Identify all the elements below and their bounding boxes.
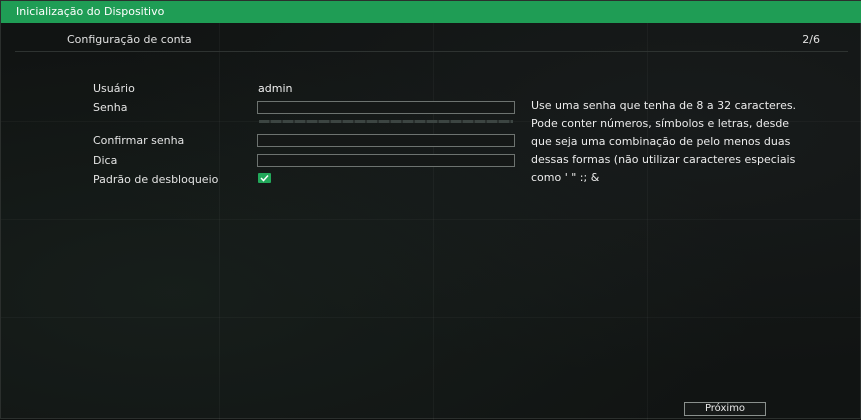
window-title: Inicialização do Dispositivo <box>16 5 165 18</box>
password-field[interactable] <box>257 101 515 114</box>
hint-label: Dica <box>93 154 118 167</box>
background-grid-line <box>647 23 648 420</box>
password-label: Senha <box>93 101 128 114</box>
help-line: dessas formas (não utilizar caracteres e… <box>531 153 796 166</box>
help-line: que seja uma combinação de pelo menos du… <box>531 135 791 148</box>
background-grid-line <box>1 317 861 318</box>
password-help-text: Use uma senha que tenha de 8 a 32 caract… <box>531 97 841 187</box>
background-grid-line <box>219 23 220 420</box>
user-value: admin <box>258 82 293 95</box>
title-bar: Inicialização do Dispositivo <box>1 1 861 23</box>
password-strength-bar <box>259 120 513 123</box>
next-button[interactable]: Próximo <box>684 402 766 416</box>
confirm-password-label: Confirmar senha <box>93 134 185 147</box>
step-indicator: 2/6 <box>802 33 820 46</box>
background-grid-line <box>1 219 861 220</box>
help-line: Pode conter números, símbolos e letras, … <box>531 117 790 130</box>
checkmark-icon <box>260 174 269 182</box>
hint-field[interactable] <box>257 154 515 167</box>
unlock-pattern-label: Padrão de desbloqueio <box>93 173 219 186</box>
background-grid-line <box>433 23 434 420</box>
unlock-pattern-checkbox[interactable] <box>258 173 271 183</box>
header-divider <box>15 51 848 52</box>
user-label: Usuário <box>93 82 135 95</box>
help-line: Use uma senha que tenha de 8 a 32 caract… <box>531 99 797 112</box>
help-line: como ' " :; & <box>531 171 600 184</box>
confirm-password-field[interactable] <box>257 134 515 147</box>
section-title: Configuração de conta <box>67 33 192 46</box>
setup-window: Inicialização do Dispositivo Configuraçã… <box>0 0 861 419</box>
